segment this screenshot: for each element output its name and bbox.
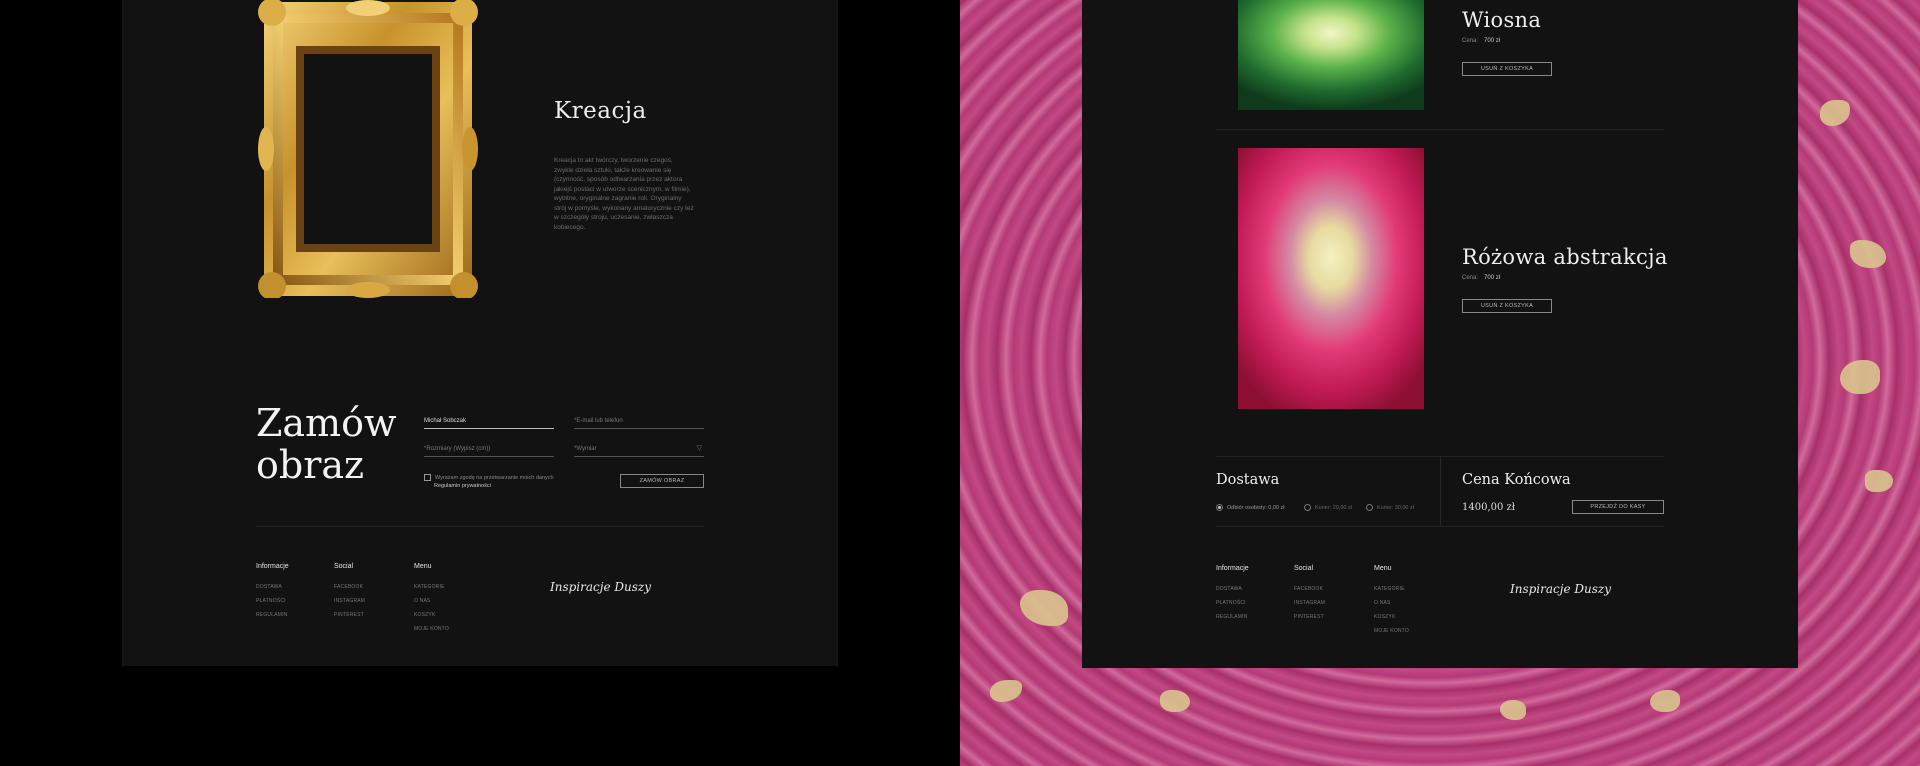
checkbox-icon[interactable] <box>424 474 431 482</box>
delivery-option-courier-1[interactable]: Kurier: 20,00 zł <box>1304 504 1352 511</box>
gold-leaf-decoration <box>1020 590 1068 626</box>
email-field[interactable]: *E-mail lub telefon <box>574 414 704 429</box>
gold-leaf-decoration <box>1865 470 1893 492</box>
order-page: Kreacja Kreacja to akt twórczy, tworzeni… <box>0 0 960 766</box>
brand-logo[interactable]: Inspiracje Duszy <box>1510 582 1611 596</box>
footer-link[interactable]: FACEBOOK <box>334 584 365 590</box>
item-title: Wiosna <box>1462 8 1542 32</box>
consent-block: Wyrażam zgodę na przetwarzanie moich dan… <box>424 474 554 490</box>
gold-leaf-decoration <box>1160 690 1190 712</box>
footer-link[interactable]: MOJE KONTO <box>1374 628 1409 634</box>
radio-icon[interactable] <box>1304 504 1311 511</box>
delivery-option-courier-2[interactable]: Kurier: 30,00 zł <box>1366 504 1414 511</box>
footer-link[interactable]: REGULAMIN <box>1216 614 1249 620</box>
price-value: 700 zł <box>1484 38 1501 44</box>
gold-leaf-decoration <box>1850 240 1886 268</box>
footer-link[interactable]: PINTEREST <box>334 612 365 618</box>
name-field[interactable]: Michał Sobczak <box>424 414 554 429</box>
type-select-label: *Wymiar <box>574 446 597 452</box>
footer-link[interactable]: DOSTAWA <box>256 584 289 590</box>
delivery-option-label: Kurier: 30,00 zł <box>1377 504 1414 511</box>
footer-link[interactable]: KOSZYK <box>414 612 449 618</box>
item-price: Cena: 700 zł <box>1462 275 1500 281</box>
footer-link[interactable]: MOJE KONTO <box>414 626 449 632</box>
footer-divider <box>256 526 704 527</box>
footer-link[interactable]: INSTAGRAM <box>1294 600 1325 606</box>
footer-link[interactable]: PINTEREST <box>1294 614 1325 620</box>
item-price: Cena: 700 zł <box>1462 38 1500 44</box>
footer-col-info: Informacje DOSTAWA PŁATNOŚCI REGULAMIN <box>256 563 289 626</box>
footer-link[interactable]: FACEBOOK <box>1294 586 1325 592</box>
footer-col-menu: Menu KATEGORIE O NAS KOSZYK MOJE KONTO <box>1374 565 1409 642</box>
creation-description: Kreacja to akt twórczy, tworzenie czegoś… <box>554 157 694 231</box>
delivery-option-label: Kurier: 20,00 zł <box>1315 504 1352 511</box>
order-page-card: Kreacja Kreacja to akt twórczy, tworzeni… <box>122 0 838 666</box>
creation-title: Kreacja <box>554 98 647 124</box>
two-page-showcase: Kreacja Kreacja to akt twórczy, tworzeni… <box>0 0 1920 766</box>
delivery-option-label: Odbiór osobisty: 0,00 zł <box>1227 504 1285 511</box>
painting-image-rozowa[interactable] <box>1238 148 1424 409</box>
radio-icon[interactable] <box>1366 504 1373 511</box>
cart-card: Wiosna Cena: 700 zł USUŃ Z KOSZYKA Różow… <box>1082 0 1798 668</box>
order-submit-button[interactable]: ZAMÓW OBRAZ <box>620 474 704 488</box>
price-label: Cena: <box>1462 275 1479 281</box>
footer-link[interactable]: O NAS <box>414 598 449 604</box>
delivery-title: Dostawa <box>1216 472 1280 488</box>
privacy-policy-link[interactable]: Regulamin prywatności <box>434 483 491 489</box>
remove-from-cart-button[interactable]: USUŃ Z KOSZYKA <box>1462 299 1552 313</box>
footer-heading: Menu <box>1374 565 1392 572</box>
total-price: 1400,00 zł <box>1462 502 1516 513</box>
checkout-button[interactable]: PRZEJDŹ DO KASY <box>1572 500 1664 514</box>
footer-link[interactable]: O NAS <box>1374 600 1409 606</box>
footer-link[interactable]: DOSTAWA <box>1216 586 1249 592</box>
chevron-down-icon: ▽ <box>696 445 702 452</box>
gold-leaf-decoration <box>1840 360 1880 394</box>
gold-leaf-decoration <box>990 680 1022 702</box>
gold-leaf-decoration <box>1500 700 1526 720</box>
item-divider <box>1216 129 1664 130</box>
gold-frame-image <box>258 0 478 300</box>
summary-separator <box>1440 456 1441 526</box>
footer-heading: Menu <box>414 563 432 570</box>
radio-icon[interactable] <box>1216 504 1223 511</box>
brand-logo[interactable]: Inspiracje Duszy <box>550 580 651 594</box>
footer-divider <box>1216 526 1664 527</box>
delivery-option-pickup[interactable]: Odbiór osobisty: 0,00 zł <box>1216 504 1284 511</box>
footer-col-info: Informacje DOSTAWA PŁATNOŚCI REGULAMIN <box>1216 565 1249 628</box>
consent-row[interactable]: Wyrażam zgodę na przetwarzanie moich dan… <box>424 474 554 482</box>
gold-leaf-decoration <box>1650 690 1680 712</box>
footer-link[interactable]: PŁATNOŚCI <box>256 598 289 604</box>
footer-col-social: Social FACEBOOK INSTAGRAM PINTEREST <box>1294 565 1325 628</box>
gold-leaf-decoration <box>1820 100 1850 126</box>
consent-label: Wyrażam zgodę na przetwarzanie moich dan… <box>435 475 554 481</box>
summary-title: Cena Końcowa <box>1462 472 1571 488</box>
footer-heading: Social <box>334 563 354 570</box>
footer-heading: Informacje <box>256 563 289 570</box>
footer-link[interactable]: KATEGORIE <box>1374 586 1409 592</box>
price-label: Cena: <box>1462 38 1479 44</box>
order-heading: Zamów obraz <box>256 401 397 487</box>
item-title: Różowa abstrakcja <box>1462 245 1668 269</box>
footer-link[interactable]: INSTAGRAM <box>334 598 365 604</box>
footer-col-social: Social FACEBOOK INSTAGRAM PINTEREST <box>334 563 365 626</box>
price-value: 700 zł <box>1484 275 1501 281</box>
footer-link[interactable]: KOSZYK <box>1374 614 1409 620</box>
cart-page: Wiosna Cena: 700 zł USUŃ Z KOSZYKA Różow… <box>960 0 1920 766</box>
footer-link[interactable]: KATEGORIE <box>414 584 449 590</box>
footer-col-menu: Menu KATEGORIE O NAS KOSZYK MOJE KONTO <box>414 563 449 640</box>
footer-heading: Social <box>1294 565 1314 572</box>
remove-from-cart-button[interactable]: USUŃ Z KOSZYKA <box>1462 62 1552 76</box>
type-select[interactable]: *Wymiar ▽ <box>574 442 704 457</box>
footer-link[interactable]: PŁATNOŚCI <box>1216 600 1249 606</box>
footer-link[interactable]: REGULAMIN <box>256 612 289 618</box>
footer-heading: Informacje <box>1216 565 1249 572</box>
size-field[interactable]: *Rozmiary (Wypisz (cm)) <box>424 442 554 457</box>
painting-image-wiosna[interactable] <box>1238 0 1424 110</box>
